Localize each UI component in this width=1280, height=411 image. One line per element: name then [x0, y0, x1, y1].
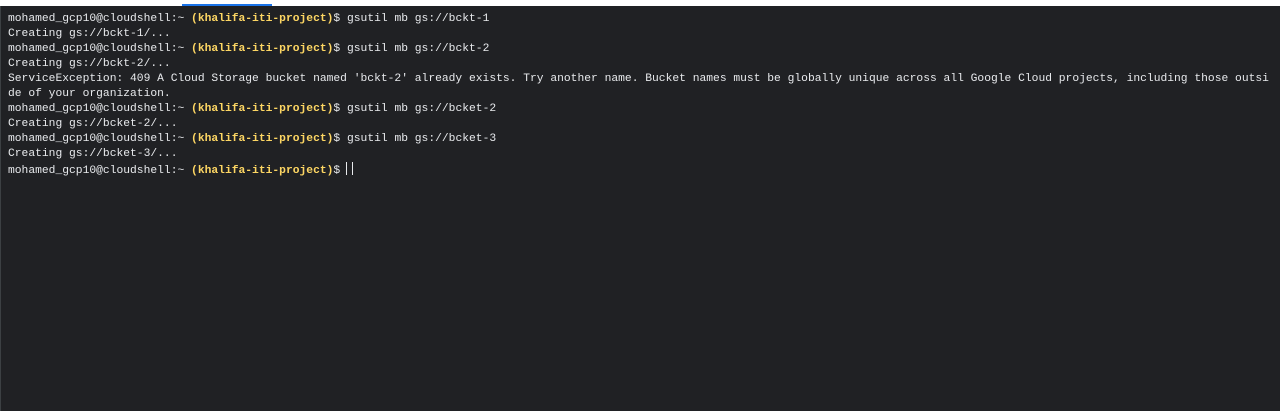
output-text: Creating gs://bcket-2/...: [8, 118, 178, 130]
terminal-line: Creating gs://bcket-2/...: [8, 117, 1271, 132]
prompt-project: (khalifa-iti-project): [191, 43, 334, 55]
terminal-line: mohamed_gcp10@cloudshell:~ (khalifa-iti-…: [8, 132, 1271, 147]
prompt-user-host: mohamed_gcp10@cloudshell:~: [8, 165, 185, 177]
prompt-project: (khalifa-iti-project): [191, 103, 334, 115]
prompt-project: (khalifa-iti-project): [191, 165, 334, 177]
terminal-error-line: ServiceException: 409 A Cloud Storage bu…: [8, 72, 1272, 102]
text-cursor: [346, 162, 348, 175]
prompt-user-host: mohamed_gcp10@cloudshell:~: [8, 103, 185, 115]
text-cursor-caret: [352, 162, 354, 175]
prompt-symbol: $: [333, 103, 341, 115]
terminal-line: mohamed_gcp10@cloudshell:~ (khalifa-iti-…: [8, 102, 1271, 117]
prompt-user-host: mohamed_gcp10@cloudshell:~: [8, 43, 185, 55]
output-text: Creating gs://bcket-3/...: [8, 148, 178, 160]
terminal-line: Creating gs://bcket-3/...: [8, 147, 1271, 162]
prompt-project: (khalifa-iti-project): [191, 13, 334, 25]
terminal-line: mohamed_gcp10@cloudshell:~ (khalifa-iti-…: [8, 12, 1271, 27]
error-text: ServiceException: 409 A Cloud Storage bu…: [8, 73, 1269, 100]
terminal-input-line[interactable]: mohamed_gcp10@cloudshell:~ (khalifa-iti-…: [8, 162, 1271, 177]
output-text: Creating gs://bckt-2/...: [8, 58, 171, 70]
command-text: gsutil mb gs://bcket-3: [346, 133, 497, 145]
terminal-line: Creating gs://bckt-2/...: [8, 57, 1271, 72]
prompt-user-host: mohamed_gcp10@cloudshell:~: [8, 13, 185, 25]
command-text: gsutil mb gs://bckt-1: [346, 13, 490, 25]
command-text: gsutil mb gs://bcket-2: [346, 103, 497, 115]
output-text: Creating gs://bckt-1/...: [8, 28, 171, 40]
terminal[interactable]: mohamed_gcp10@cloudshell:~ (khalifa-iti-…: [0, 6, 1279, 411]
terminal-line: mohamed_gcp10@cloudshell:~ (khalifa-iti-…: [8, 42, 1271, 57]
prompt-user-host: mohamed_gcp10@cloudshell:~: [8, 133, 185, 145]
prompt-symbol: $: [333, 133, 341, 145]
prompt-project: (khalifa-iti-project): [191, 133, 334, 145]
prompt-symbol: $: [333, 43, 341, 55]
terminal-line: Creating gs://bckt-1/...: [8, 27, 1271, 42]
command-text: gsutil mb gs://bckt-2: [346, 43, 490, 55]
prompt-symbol: $: [333, 13, 341, 25]
prompt-symbol: $: [333, 165, 341, 177]
